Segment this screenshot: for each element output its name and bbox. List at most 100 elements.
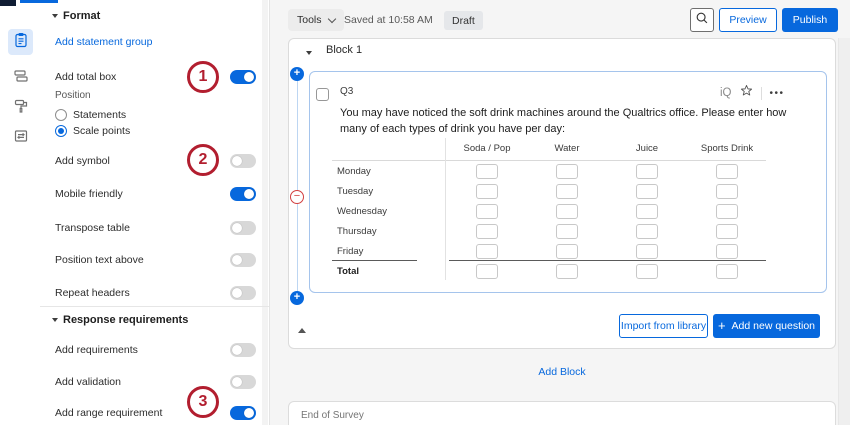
position-text-above-toggle[interactable] [230, 253, 256, 267]
table-cell-input[interactable] [476, 244, 498, 259]
draft-badge: Draft [444, 11, 483, 30]
panel-scrollbar[interactable] [262, 0, 268, 425]
toggle-row: Add requirements [55, 343, 255, 357]
toggle-knob [232, 255, 242, 265]
add-question-above-button[interactable]: + [290, 67, 304, 81]
add-total-box-toggle[interactable] [230, 70, 256, 84]
table-cell-input[interactable] [556, 164, 578, 179]
table-cell-input[interactable] [716, 224, 738, 239]
brand-logo-fragment [0, 0, 16, 6]
table-cell-input[interactable] [476, 164, 498, 179]
add-requirements-toggle[interactable] [230, 343, 256, 357]
table-cell-input[interactable] [716, 184, 738, 199]
add-block-link[interactable]: Add Block [288, 366, 836, 378]
toggle-row: Add validation [55, 375, 255, 389]
statement-label: Monday [337, 166, 371, 177]
sidebar-item-survey-flow[interactable] [8, 65, 33, 91]
add-new-question-button[interactable]: + Add new question [713, 314, 820, 338]
tools-menu-button[interactable]: Tools [288, 9, 344, 31]
table-cell-input[interactable] [716, 244, 738, 259]
repeat-headers-toggle[interactable] [230, 286, 256, 300]
publish-button[interactable]: Publish [782, 8, 838, 32]
mobile-friendly-toggle[interactable] [230, 187, 256, 201]
section-header-response-requirements[interactable]: Response requirements [52, 313, 188, 327]
add-new-question-label: Add new question [732, 320, 815, 332]
nav-active-underline [20, 0, 58, 3]
block-footer-collapse-icon[interactable] [298, 328, 306, 333]
remove-question-button[interactable]: − [290, 190, 304, 204]
question-box[interactable]: Q3 iQ ••• You may have noticed the soft … [309, 71, 827, 293]
table-cell-input[interactable] [636, 224, 658, 239]
column-header: Soda / Pop [447, 143, 527, 154]
statement-label: Tuesday [337, 186, 373, 197]
table-cell-input[interactable] [556, 204, 578, 219]
table-cell-input[interactable] [476, 204, 498, 219]
total-cell-input[interactable] [716, 264, 738, 279]
radio-label: Scale points [73, 125, 130, 137]
canvas-scrollbar[interactable] [838, 38, 850, 425]
survey-flow-icon [13, 68, 29, 89]
import-from-library-button[interactable]: Import from library [619, 314, 708, 338]
table-cell-input[interactable] [636, 184, 658, 199]
statement-label: Thursday [337, 226, 377, 237]
search-icon [695, 11, 709, 30]
total-cell-input[interactable] [556, 264, 578, 279]
toggle-row: Position text above [55, 253, 255, 267]
total-cell-input[interactable] [476, 264, 498, 279]
table-cell-input[interactable] [556, 224, 578, 239]
main-canvas: Tools Saved at 10:58 AM Draft Preview Pu… [270, 0, 850, 425]
add-statement-group-link[interactable]: Add statement group [55, 36, 152, 48]
add-question-below-button[interactable]: + [290, 291, 304, 305]
table-cell-input[interactable] [556, 244, 578, 259]
table-cell-input[interactable] [476, 224, 498, 239]
toggle-row: Add range requirement [55, 406, 255, 420]
annotation-circle-1: 1 [187, 61, 219, 93]
toggle-knob [232, 223, 242, 233]
preview-button[interactable]: Preview [719, 8, 777, 32]
table-cell-input[interactable] [556, 184, 578, 199]
toggle-knob [244, 72, 254, 82]
total-cell-input[interactable] [636, 264, 658, 279]
section-title: Format [63, 10, 100, 22]
add-validation-toggle[interactable] [230, 375, 256, 389]
search-button[interactable] [690, 8, 714, 32]
radio-label: Statements [73, 109, 126, 121]
toggle-knob [232, 377, 242, 387]
toggle-row: Transpose table [55, 221, 255, 235]
scale-points-radio[interactable] [55, 125, 67, 137]
toggle-label: Mobile friendly [55, 188, 123, 200]
add-range-requirement-toggle[interactable] [230, 406, 256, 420]
table-cell-input[interactable] [636, 244, 658, 259]
radio-row: Scale points [55, 124, 255, 138]
format-panel: FormatAdd statement groupAdd total box1P… [40, 0, 270, 425]
sidebar-item-survey-options[interactable] [8, 125, 33, 151]
toggle-knob [244, 408, 254, 418]
radio-row: Statements [55, 108, 255, 122]
toggle-label: Repeat headers [55, 287, 130, 299]
table-cell-input[interactable] [636, 164, 658, 179]
section-header-format[interactable]: Format [52, 9, 100, 23]
table-cell-input[interactable] [636, 204, 658, 219]
block-collapse-caret-icon[interactable] [306, 51, 312, 55]
toggle-row: Add symbol [55, 154, 255, 168]
column-header: Water [527, 143, 607, 154]
section-title: Response requirements [63, 314, 188, 326]
transpose-table-toggle[interactable] [230, 221, 256, 235]
statements-radio[interactable] [55, 109, 67, 121]
table-vertical-divider [445, 138, 446, 280]
matrix-table: Soda / PopWaterJuiceSports DrinkMondayTu… [310, 72, 826, 292]
table-cell-input[interactable] [476, 184, 498, 199]
table-cell-input[interactable] [716, 164, 738, 179]
sidebar-item-survey-builder[interactable] [8, 29, 33, 55]
end-of-survey-label: End of Survey [301, 410, 364, 421]
icon-sidebar [0, 0, 40, 425]
toggle-label: Position text above [55, 254, 144, 266]
table-cell-input[interactable] [716, 204, 738, 219]
total-separator-left [332, 260, 417, 261]
sidebar-item-look-and-feel[interactable] [8, 95, 33, 121]
add-symbol-toggle[interactable] [230, 154, 256, 168]
survey-options-icon [13, 128, 29, 149]
toggle-label: Add requirements [55, 344, 138, 356]
chevron-down-icon [327, 14, 335, 22]
toggle-row: Repeat headers [55, 286, 255, 300]
